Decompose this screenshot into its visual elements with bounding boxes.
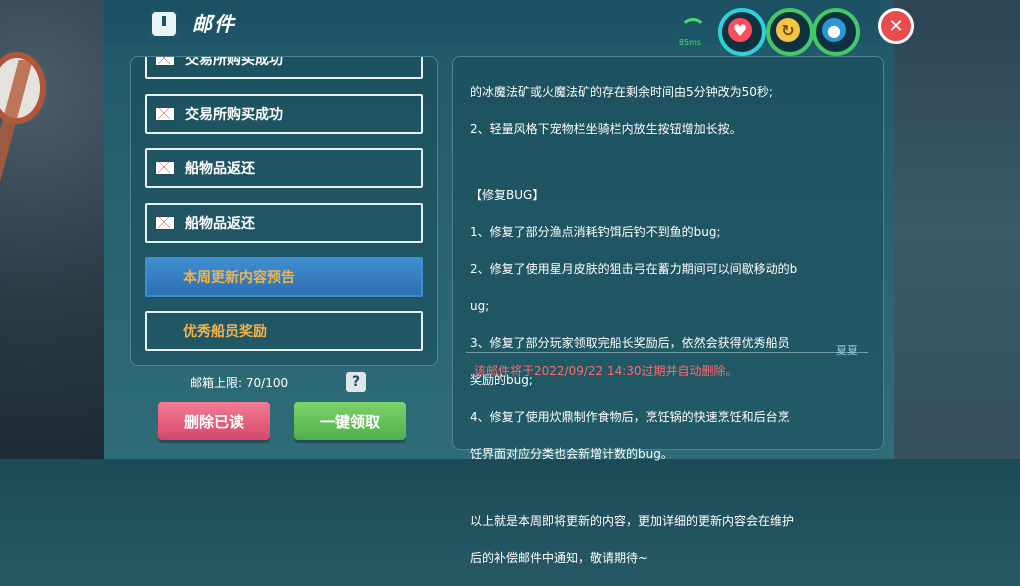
mailbox-icon xyxy=(150,10,178,38)
claim-all-button[interactable]: 一键领取 xyxy=(294,402,406,440)
mail-item[interactable]: 交易所购买成功 xyxy=(145,56,423,79)
mail-item[interactable]: 船物品返还 xyxy=(145,148,423,188)
mail-line: 饪界面对应分类也会新增计数的bug。 xyxy=(470,447,673,461)
mail-list-panel[interactable]: 交易所购买成功 交易所购买成功 船物品返还 船物品返还 本周更新内容预告 优秀船… xyxy=(130,56,438,366)
mail-item[interactable]: 船物品返还 xyxy=(145,203,423,243)
mail-line: 2、轻量风格下宠物栏坐骑栏内放生按钮增加长按。 xyxy=(470,121,742,136)
expire-notice: 该邮件将于2022/09/22 14:30过期并自动删除。 xyxy=(474,364,738,378)
mail-line: ug; xyxy=(470,299,490,313)
close-button[interactable]: ✕ xyxy=(878,8,914,44)
heart-ring[interactable]: ♥ xyxy=(718,8,766,56)
mail-line: 3、修复了部分玩家领取完船长奖励后，依然会获得优秀船员 xyxy=(470,336,790,350)
mail-signature: 夏夏 xyxy=(836,344,858,357)
mail-line: 以上就是本周即将更新的内容，更加详细的更新内容会在维护 xyxy=(470,513,795,528)
envelope-icon xyxy=(155,216,175,230)
mail-item-label: 优秀船员奖励 xyxy=(183,324,267,340)
mail-item[interactable]: 交易所购买成功 xyxy=(145,94,423,134)
mailbox-count: 70/100 xyxy=(245,376,289,390)
mail-item-label: 交易所购买成功 xyxy=(185,107,283,123)
mailbox-limit: 邮箱上限: 70/100 xyxy=(190,374,288,391)
stamina-icon: ↻ xyxy=(776,18,800,42)
mail-item-label: 本周更新内容预告 xyxy=(183,270,295,286)
mail-item-label: 船物品返还 xyxy=(185,216,255,232)
envelope-icon xyxy=(155,161,175,175)
divider xyxy=(466,352,868,353)
mail-item-selected[interactable]: 本周更新内容预告 xyxy=(145,257,423,297)
mail-line: 4、修复了使用炊鼎制作食物后，烹饪锅的快速烹饪和后台烹 xyxy=(470,410,790,424)
mailbox-limit-label: 邮箱上限: xyxy=(190,376,243,390)
help-button[interactable]: ? xyxy=(346,372,366,392)
mail-item-label: 交易所购买成功 xyxy=(185,56,283,68)
envelope-icon xyxy=(155,107,175,121)
mail-line: 【修复BUG】 xyxy=(470,188,545,202)
background-right xyxy=(880,0,1020,459)
close-icon: ✕ xyxy=(888,15,904,37)
water-ring[interactable]: ● xyxy=(812,8,860,56)
background-left xyxy=(0,0,104,459)
signal-indicator: 85ms xyxy=(672,18,708,48)
mail-body: 的冰魔法矿或火魔法矿的存在剩余时间由5分钟改为50秒; 2、轻量风格下宠物栏坐骑… xyxy=(470,64,866,586)
mail-line: 的冰魔法矿或火魔法矿的存在剩余时间由5分钟改为50秒; xyxy=(470,84,773,99)
signal-label: 85ms xyxy=(678,38,702,47)
heart-icon: ♥ xyxy=(728,18,752,42)
envelope-icon xyxy=(155,57,175,66)
decoration-stripe xyxy=(0,60,93,200)
mail-item-label: 船物品返还 xyxy=(185,161,255,177)
page-title: 邮件 xyxy=(192,12,236,36)
stamina-ring[interactable]: ↻ xyxy=(766,8,814,56)
water-drop-icon: ● xyxy=(822,18,846,42)
mail-line: 后的补偿邮件中通知，敬请期待~ xyxy=(470,550,649,565)
mail-line: 1、修复了部分渔点消耗钓饵后钓不到鱼的bug; xyxy=(470,225,721,239)
delete-read-button[interactable]: 删除已读 xyxy=(158,402,270,440)
mail-item[interactable]: 优秀船员奖励 xyxy=(145,311,423,351)
mail-line: 2、修复了使用星月皮肤的狙击弓在蓄力期间可以间歇移动的b xyxy=(470,262,798,276)
